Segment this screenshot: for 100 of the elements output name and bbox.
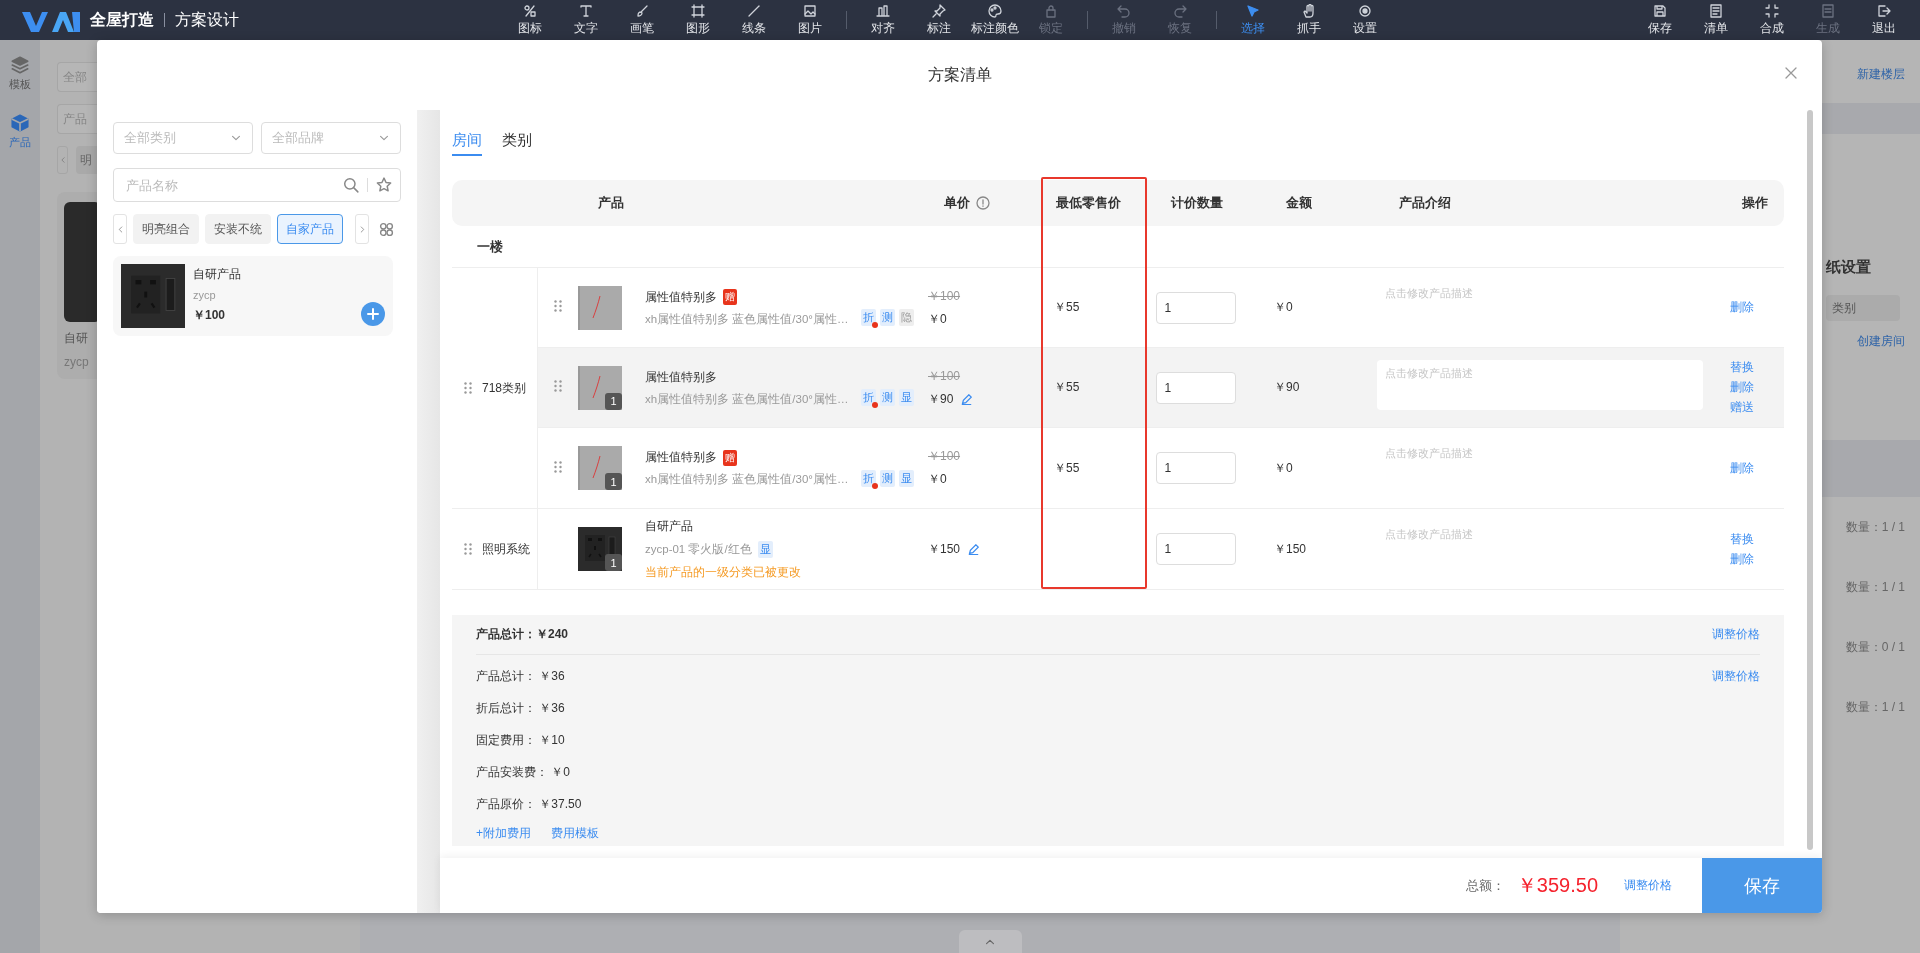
star-icon[interactable]: [376, 177, 392, 193]
product-name: 属性值特别多: [645, 288, 717, 306]
scrollbar[interactable]: [1806, 110, 1813, 850]
action-link[interactable]: 替换: [1730, 359, 1784, 376]
list-price: ￥100: [928, 287, 962, 305]
unit-price: ￥90: [928, 390, 954, 408]
toolbar-button[interactable]: 文字: [558, 3, 614, 37]
amount: ￥0: [1273, 459, 1294, 477]
column-header: 产品介绍: [1399, 194, 1451, 212]
filter-tag[interactable]: 自家产品: [277, 214, 343, 244]
search-bar[interactable]: 产品名称: [113, 168, 401, 202]
amount: ￥150: [1273, 540, 1308, 558]
create-room-link[interactable]: 创建房间: [1857, 333, 1905, 350]
close-icon[interactable]: [1784, 66, 1798, 80]
action-link[interactable]: 删除: [1730, 550, 1784, 568]
product-spec: xh属性值特别多 蓝色属性值/30°属性…: [645, 311, 850, 327]
edit-icon[interactable]: [961, 393, 973, 405]
action-link[interactable]: 删除: [1730, 379, 1784, 396]
toolbar-button[interactable]: 保存: [1632, 3, 1688, 37]
product-spec: xh属性值特别多 蓝色属性值/30°属性…: [645, 472, 850, 487]
action-link[interactable]: 删除: [1730, 299, 1784, 316]
tag: 折: [861, 309, 876, 326]
min-retail-price: ￥55: [1053, 299, 1081, 316]
adjust-price-link[interactable]: 调整价格: [1624, 877, 1672, 894]
tag: 测: [880, 389, 895, 406]
action-link[interactable]: 删除: [1730, 459, 1784, 477]
list-icon: [1709, 3, 1723, 18]
amount: ￥90: [1273, 379, 1301, 396]
save-button[interactable]: 保存: [1702, 858, 1822, 913]
sidebar-item[interactable]: 产品: [0, 108, 40, 156]
toolbar-button[interactable]: 标注: [911, 3, 967, 37]
adjust-price-link[interactable]: 调整价格: [1712, 667, 1760, 685]
product-name: 自研产品: [193, 266, 241, 283]
new-floor-link[interactable]: 新建楼层: [1857, 66, 1905, 83]
grid-icon[interactable]: [379, 221, 394, 237]
cursor-icon: [1246, 3, 1260, 18]
toolbar-button[interactable]: 抓手: [1281, 3, 1337, 37]
toolbar-button[interactable]: 图片: [782, 3, 838, 37]
align-icon: [876, 3, 890, 18]
settings-icon: [1358, 3, 1372, 18]
tab[interactable]: 房间: [452, 126, 482, 156]
square-icon: [691, 3, 705, 18]
toolbar-button[interactable]: 图形: [670, 3, 726, 37]
drag-handle-icon[interactable]: [554, 300, 562, 312]
tag: 显: [757, 540, 773, 558]
drag-handle-icon[interactable]: [464, 543, 472, 555]
summary-line: 固定费用： ￥10: [476, 731, 565, 749]
add-button[interactable]: [361, 302, 385, 326]
group-name: 照明系统: [482, 540, 530, 558]
fee-link[interactable]: +附加费用: [476, 824, 531, 842]
document-icon: [1821, 3, 1835, 18]
drag-handle-icon[interactable]: [464, 382, 472, 394]
edit-icon[interactable]: [968, 543, 980, 555]
toolbar-button[interactable]: 对齐: [855, 3, 911, 37]
gift-badge: 赠: [723, 289, 737, 305]
toolbar-button[interactable]: 标注颜色: [967, 3, 1023, 37]
toolbar-button[interactable]: 合成: [1744, 3, 1800, 37]
brush-icon: [635, 3, 649, 18]
quantity-count: 数量：1 / 1: [1845, 518, 1905, 536]
filter-tag[interactable]: 安装不统: [205, 214, 271, 244]
quantity-field[interactable]: 1: [1155, 452, 1236, 484]
toolbar-button[interactable]: 线条: [726, 3, 782, 37]
column-header: 操作: [1742, 194, 1768, 212]
page-title: 方案设计: [175, 9, 239, 30]
toolbar-button[interactable]: 画笔: [614, 3, 670, 37]
unit-price: ￥0: [928, 471, 947, 488]
search-field[interactable]: 产品名称: [126, 177, 335, 193]
cube-icon: [11, 114, 29, 132]
quantity-field[interactable]: 1: [1155, 533, 1236, 565]
action-link[interactable]: 赠送: [1730, 399, 1784, 416]
product-name: 自研产品: [645, 517, 694, 535]
quantity-field[interactable]: 1: [1155, 291, 1236, 324]
drag-handle-icon[interactable]: [554, 460, 562, 473]
product-total: 产品总计：￥240: [476, 626, 569, 643]
pin-icon: [932, 3, 946, 18]
min-retail-price: ￥55: [1053, 459, 1081, 477]
toolbar-button[interactable]: 清单: [1688, 3, 1744, 37]
sidebar-item[interactable]: 模板: [0, 50, 40, 98]
lock-icon: [1044, 3, 1058, 18]
adjust-price-link[interactable]: 调整价格: [1712, 626, 1760, 643]
filter-tag[interactable]: 明亮组合: [133, 214, 199, 244]
info-icon[interactable]: [976, 196, 990, 210]
category-field[interactable]: 类别: [1826, 295, 1900, 321]
product-card[interactable]: 自研产品 zycp ￥100: [113, 256, 393, 336]
list-price: ￥100: [928, 367, 962, 385]
toolbar-button[interactable]: 图标: [502, 3, 558, 37]
toolbar-button[interactable]: 选择: [1225, 3, 1281, 37]
column-header: 最低零售价: [1056, 194, 1121, 212]
drag-handle-icon[interactable]: [554, 380, 562, 392]
app-name: 全屋打造: [90, 9, 154, 30]
quantity-field[interactable]: 1: [1155, 371, 1236, 404]
tab[interactable]: 类别: [502, 126, 532, 156]
toolbar-button[interactable]: 设置: [1337, 3, 1393, 37]
fee-link[interactable]: 费用模板: [551, 824, 599, 842]
product-thumbnail: [121, 264, 185, 328]
filter-tag[interactable]: 明: [76, 146, 97, 174]
line-icon: [747, 3, 761, 18]
toolbar-button[interactable]: 退出: [1856, 3, 1912, 37]
action-link[interactable]: 替换: [1730, 530, 1784, 548]
search-icon[interactable]: [343, 177, 359, 193]
